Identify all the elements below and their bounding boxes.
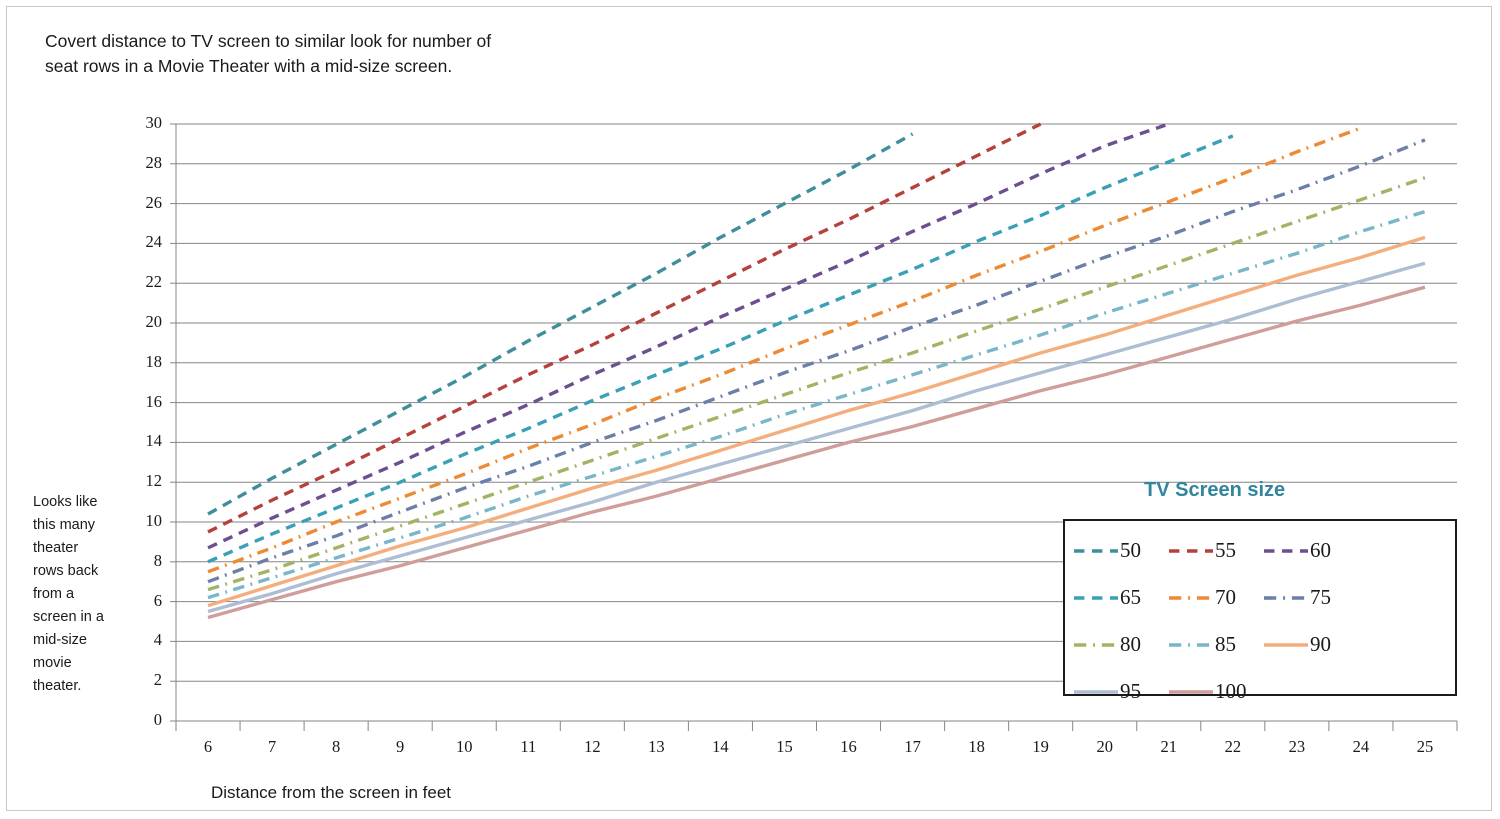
x-tick-label: 20 [1096,737,1113,756]
legend-swatch-icon [1263,591,1309,605]
x-tick-label: 15 [776,737,793,756]
legend-item-70[interactable]: 70 [1168,574,1263,621]
legend-label: 60 [1310,538,1331,562]
legend-item-100[interactable]: 100 [1168,668,1263,715]
legend-title: TV Screen size [1144,479,1286,501]
x-tick-label: 8 [332,737,341,756]
plot-area: 0 2 4 6 8 10 12 14 16 18 20 22 24 26 28 30 6 7 8 9 10 11 12 13… [0,0,1500,819]
legend-swatch-icon [1073,685,1119,699]
legend-swatch-icon [1073,638,1119,652]
legend-swatch-icon [1168,685,1214,699]
x-tick-label: 13 [648,737,665,756]
x-tick-label: 23 [1288,737,1306,756]
x-tick-label: 24 [1352,737,1370,756]
y-tick-label: 26 [145,192,163,212]
chart-legend: 50 55 60 65 70 75 80 85 90 95 100 [1063,519,1457,702]
x-tick-label: 18 [968,737,985,756]
y-tick-label: 22 [145,272,163,292]
x-tick-label: 21 [1160,737,1178,756]
x-tick-label: 22 [1224,737,1242,756]
legend-label: 50 [1120,538,1141,562]
legend-swatch-icon [1168,591,1214,605]
legend-label: 90 [1310,632,1331,656]
x-tick-label: 19 [1032,737,1049,756]
x-tick-label: 14 [712,737,729,756]
series-line-65 [207,134,1234,564]
legend-swatch-icon [1168,638,1214,652]
legend-swatch-icon [1168,544,1214,558]
series-line-60 [207,122,1170,550]
y-tick-label: 0 [153,710,162,729]
x-tick-label: 11 [520,737,537,756]
legend-item-55[interactable]: 55 [1168,527,1263,574]
plot-svg [170,122,1458,731]
legend-item-75[interactable]: 75 [1263,574,1358,621]
legend-item-95[interactable]: 95 [1073,668,1168,715]
legend-item-90[interactable]: 90 [1263,621,1358,668]
legend-label: 100 [1215,679,1247,703]
x-tick-label: 10 [455,737,473,756]
legend-swatch-icon [1073,591,1119,605]
y-tick-label: 10 [145,511,163,530]
y-tick-label: 4 [153,630,162,650]
legend-swatch-icon [1263,544,1309,558]
legend-swatch-icon [1073,544,1119,558]
y-tick-label: 16 [145,391,163,411]
legend-label: 55 [1215,538,1236,562]
legend-label: 70 [1215,585,1236,609]
y-tick-label: 2 [153,670,162,690]
legend-item-80[interactable]: 80 [1073,621,1168,668]
x-tick-label: 6 [203,737,213,756]
y-tick-label: 8 [153,550,162,570]
y-tick-label: 6 [153,590,162,610]
y-tick-label: 20 [145,312,163,331]
x-tick-label: 9 [396,737,405,756]
legend-swatch-icon [1263,638,1309,652]
x-tick-label: 17 [904,737,921,756]
y-tick-label: 30 [145,113,163,132]
legend-item-50[interactable]: 50 [1073,527,1168,574]
legend-item-65[interactable]: 65 [1073,574,1168,621]
x-tick-label: 25 [1416,737,1434,756]
x-tick-label: 12 [584,737,601,756]
series-line-50 [207,132,914,516]
x-tick-label: 7 [267,737,277,756]
legend-label: 75 [1310,585,1331,609]
series-line-75 [207,138,1426,584]
legend-item-60[interactable]: 60 [1263,527,1358,574]
y-tick-label: 28 [145,152,163,172]
series-line-55 [207,122,1042,534]
y-tick-label: 12 [145,471,163,491]
legend-label: 85 [1215,632,1236,656]
legend-label: 95 [1120,679,1141,703]
legend-label: 80 [1120,632,1141,656]
y-tick-label: 14 [145,431,163,451]
y-tick-label: 18 [145,351,163,371]
legend-item-85[interactable]: 85 [1168,621,1263,668]
legend-label: 65 [1120,585,1141,609]
x-tick-label: 16 [840,737,857,756]
y-tick-label: 24 [145,232,163,252]
